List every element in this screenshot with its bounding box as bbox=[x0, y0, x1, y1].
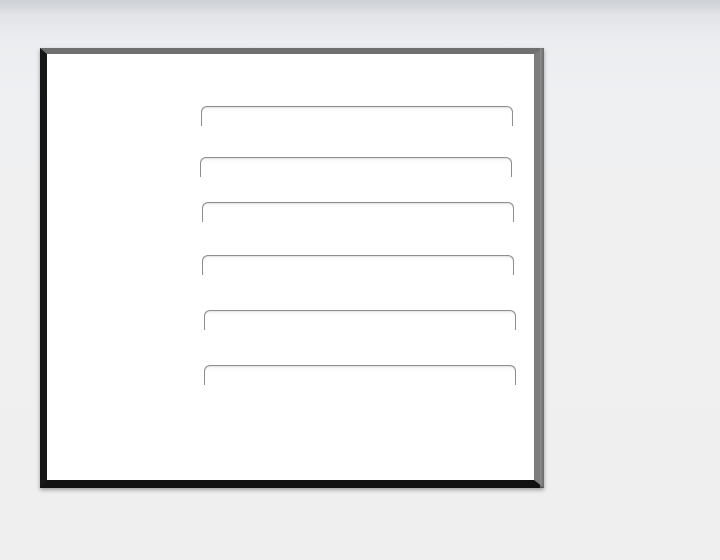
text-field-4[interactable] bbox=[202, 255, 514, 275]
text-field-5[interactable] bbox=[204, 310, 516, 330]
form-panel bbox=[40, 48, 544, 488]
text-field-3[interactable] bbox=[202, 202, 514, 222]
text-field-2[interactable] bbox=[200, 157, 512, 177]
form-panel-surface bbox=[47, 54, 534, 480]
text-field-1[interactable] bbox=[201, 106, 513, 126]
text-field-6[interactable] bbox=[204, 365, 516, 385]
